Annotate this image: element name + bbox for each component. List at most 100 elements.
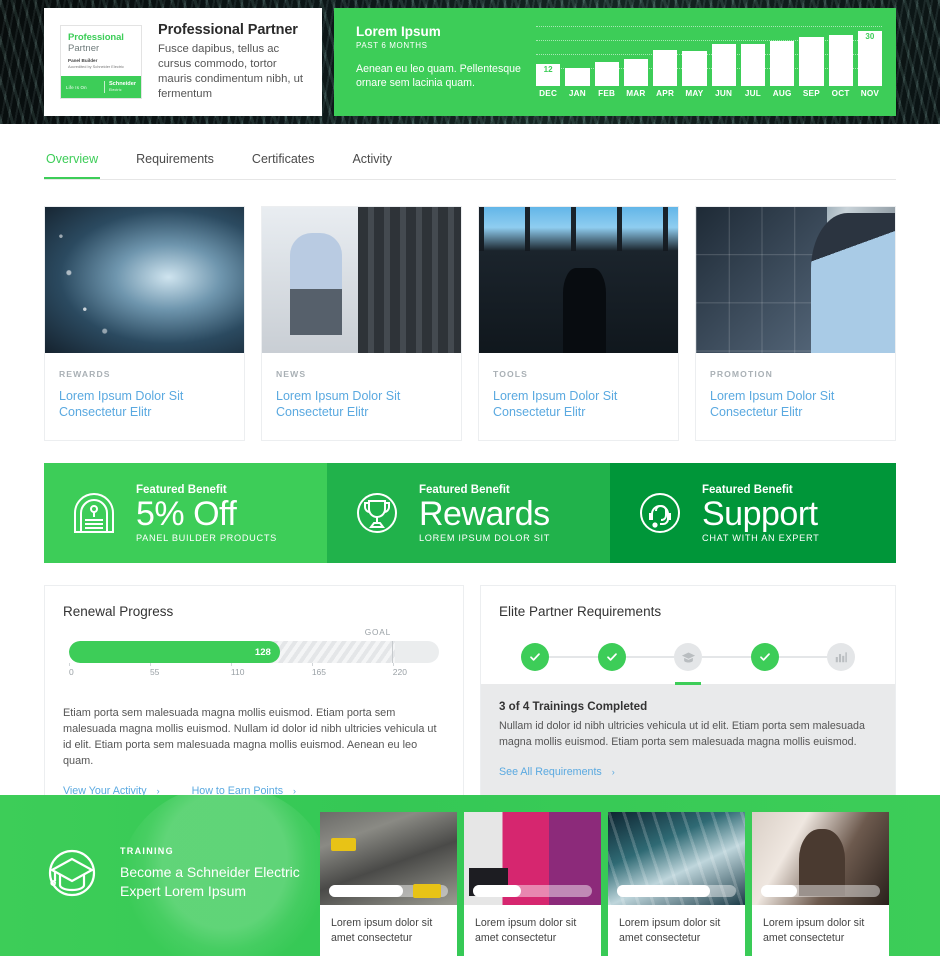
requirement-step-1[interactable]	[521, 643, 549, 671]
tab-requirements[interactable]: Requirements	[134, 146, 216, 179]
chart-bar-column	[594, 62, 619, 86]
tab-certificates[interactable]: Certificates	[250, 146, 317, 179]
tab-activity[interactable]: Activity	[350, 146, 394, 179]
training-card-text: Lorem ipsum dolor sit amet consectetur	[619, 917, 721, 944]
chart-bar	[594, 62, 619, 86]
pink-room-woman-photo	[464, 812, 601, 905]
training-card[interactable]: Lorem ipsum dolor sit amet consectetur	[320, 812, 457, 956]
benefit-headline: Support	[702, 494, 818, 533]
step-connector	[549, 656, 598, 658]
step-connector	[778, 656, 827, 658]
chart-bar	[623, 59, 648, 86]
benefit-kicker: Featured Benefit	[702, 483, 793, 496]
card-title-link[interactable]: Lorem Ipsum Dolor Sit Consectetur Elitr	[710, 388, 881, 420]
progress-tick: 165	[311, 663, 326, 677]
training-card[interactable]: Lorem ipsum dolor sit amet consectetur	[608, 812, 745, 956]
card-kicker: NEWS	[276, 369, 307, 379]
training-intro[interactable]: TRAINING Become a Schneider Electric Exp…	[0, 795, 320, 903]
chart-bars: 12 30	[536, 24, 882, 86]
news-card[interactable]: PROMOTION Lorem Ipsum Dolor Sit Consectet…	[695, 206, 896, 441]
chart-bar: 30	[857, 31, 882, 86]
card-kicker: REWARDS	[59, 369, 111, 379]
benefit-support[interactable]: Featured Benefit Support CHAT WITH AN EX…	[610, 463, 896, 563]
badge-brand-sub: Electric	[108, 88, 122, 92]
chart-bar-column	[770, 41, 795, 86]
partner-title: Professional Partner	[158, 22, 298, 38]
elite-requirements-panel: Elite Partner Requirements 3 of 4 Traini…	[480, 585, 896, 820]
chart-bar	[653, 50, 678, 86]
requirement-step-3[interactable]	[674, 643, 702, 685]
chart-month-label: JUN	[715, 89, 733, 98]
card-kicker: TOOLS	[493, 369, 528, 379]
stats-chart-card: Lorem Ipsum PAST 6 MONTHS Aenean eu leo …	[334, 8, 896, 116]
training-card[interactable]: Lorem ipsum dolor sit amet consectetur	[752, 812, 889, 956]
badge-brand: Schneider Electric	[103, 81, 136, 93]
requirements-stepper	[521, 643, 855, 685]
chevron-right-icon: ›	[611, 767, 615, 777]
benefit-kicker: Featured Benefit	[419, 483, 510, 496]
renewal-body: Etiam porta sem malesuada magna mollis e…	[63, 707, 437, 767]
benefit-discount[interactable]: Featured Benefit 5% Off PANEL BUILDER PR…	[44, 463, 327, 563]
card-title-link[interactable]: Lorem Ipsum Dolor Sit Consectetur Elitr	[493, 388, 664, 420]
check-icon	[597, 643, 626, 671]
chart-bar-column	[653, 50, 678, 86]
requirement-step-5[interactable]	[827, 643, 855, 671]
chart-bar	[711, 44, 736, 86]
news-card[interactable]: NEWS Lorem Ipsum Dolor Sit Consectetur El…	[261, 206, 462, 441]
step-connector	[702, 656, 751, 658]
control-room-screens-photo	[696, 207, 895, 353]
training-progress-bar	[617, 885, 736, 897]
training-card[interactable]: Lorem ipsum dolor sit amet consectetur	[464, 812, 601, 956]
tab-overview[interactable]: Overview	[44, 146, 101, 179]
turbine-blade-photo	[45, 207, 244, 353]
training-card-text: Lorem ipsum dolor sit amet consectetur	[763, 917, 865, 944]
chart-bar	[740, 44, 765, 86]
check-icon	[750, 643, 779, 671]
requirements-status-title: 3 of 4 Trainings Completed	[499, 700, 648, 713]
bar-chart-icon	[827, 643, 855, 671]
chart-month-label: JUL	[744, 89, 761, 98]
progress-fill: 128	[69, 641, 280, 663]
chart-month-label: MAY	[685, 89, 704, 98]
requirements-status: 3 of 4 Trainings Completed Nullam id dol…	[481, 684, 895, 800]
training-card-list: Lorem ipsum dolor sit amet consectetur Lo…	[320, 795, 889, 956]
card-title-link[interactable]: Lorem Ipsum Dolor Sit Consectetur Elitr	[276, 388, 447, 420]
chart-month-labels: DEC JAN FEB MAR APR MAY JUN JUL AUG SEP OCT NOV	[536, 89, 882, 98]
renewal-title: Renewal Progress	[63, 604, 174, 619]
goal-tick	[391, 641, 393, 663]
chart-bar: 12	[536, 64, 561, 86]
stats-body: Aenean eu leo quam. Pellentesque ornare …	[356, 63, 521, 89]
featured-benefits-banner: Featured Benefit 5% Off PANEL BUILDER PR…	[44, 463, 896, 563]
graduation-cap-icon	[674, 643, 702, 671]
benefit-rewards[interactable]: Featured Benefit Rewards LOREM IPSUM DOL…	[327, 463, 610, 563]
chart-bar	[828, 35, 853, 86]
chart-month-label: DEC	[539, 89, 558, 98]
requirement-step-2[interactable]	[597, 643, 626, 671]
renewal-progress-bar: GOAL 128 0 55 110 165 220	[69, 627, 439, 679]
requirement-step-4[interactable]	[750, 643, 779, 671]
chart-bar-column	[711, 44, 736, 86]
chart-bar-column	[740, 44, 765, 86]
chart-bar-value: 30	[865, 32, 875, 41]
news-card[interactable]: TOOLS Lorem Ipsum Dolor Sit Consectetur E…	[478, 206, 679, 441]
chart-month-label: JAN	[568, 89, 586, 98]
chart-month-label: NOV	[860, 89, 880, 98]
see-all-requirements-link[interactable]: See All Requirements ›	[499, 766, 615, 778]
progress-value: 128	[254, 646, 271, 658]
chart-bar	[770, 41, 795, 86]
card-title-link[interactable]: Lorem Ipsum Dolor Sit Consectetur Elitr	[59, 388, 230, 420]
tag-badge-icon	[68, 487, 120, 539]
progress-tick: 110	[230, 663, 245, 677]
chart-month-label: AUG	[772, 89, 792, 98]
see-all-requirements-label: See All Requirements	[499, 766, 602, 778]
badge-tagline: Life Is On	[66, 84, 87, 90]
chart-month-label: MAR	[626, 89, 646, 98]
chart-bar-value: 12	[543, 65, 553, 74]
headset-agent-icon	[634, 487, 686, 539]
progress-tick: 220	[392, 663, 407, 677]
tab-bar: Overview Requirements Certificates Activity	[44, 146, 896, 180]
training-banner: TRAINING Become a Schneider Electric Exp…	[0, 795, 940, 956]
training-title: Become a Schneider Electric Expert Lorem…	[120, 863, 300, 899]
training-progress-bar	[761, 885, 880, 897]
news-card[interactable]: REWARDS Lorem Ipsum Dolor Sit Consectetur…	[44, 206, 245, 441]
